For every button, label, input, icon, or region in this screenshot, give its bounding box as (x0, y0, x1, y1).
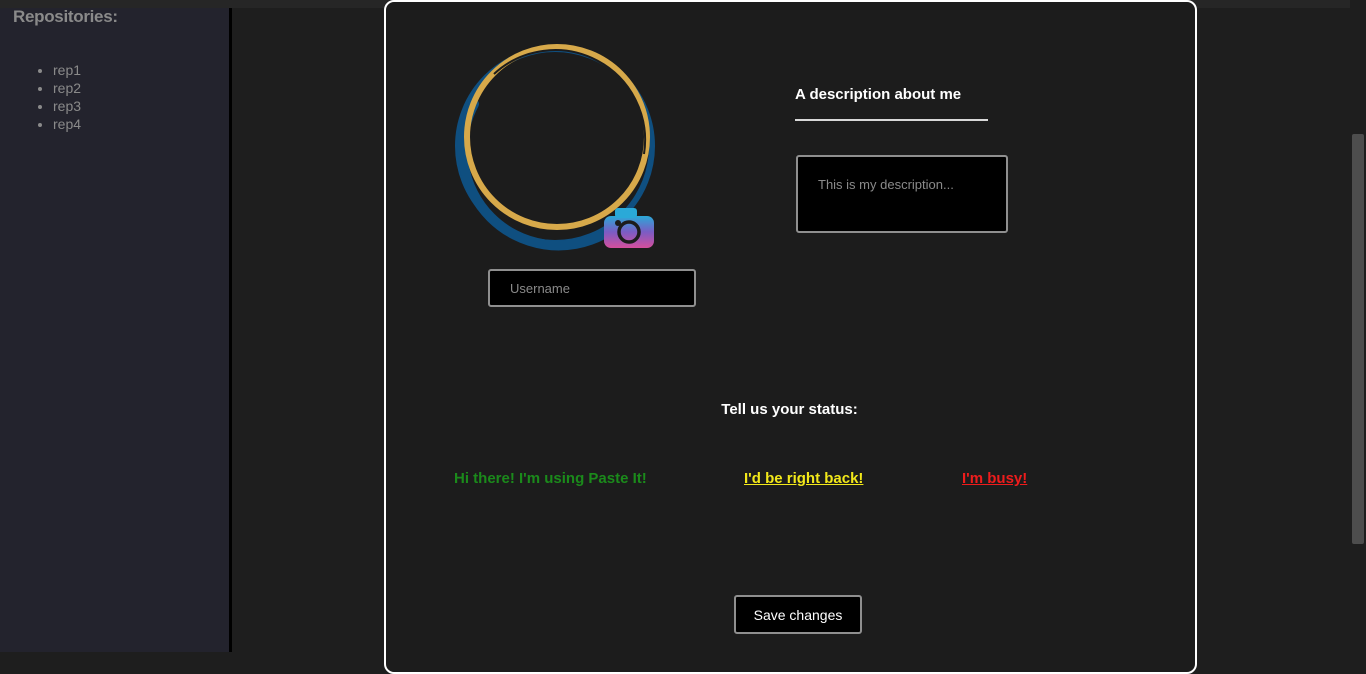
scrollbar-thumb[interactable] (1352, 134, 1364, 544)
status-heading: Tell us your status: (721, 401, 858, 418)
avatar-upload[interactable] (454, 44, 664, 254)
description-heading: A description about me (795, 86, 988, 121)
avatar-ring-icon (455, 44, 655, 251)
description-input[interactable] (796, 155, 1008, 233)
repo-list: rep1 rep2 rep3 rep4 (0, 61, 81, 133)
main-content: A description about me Tell us your stat… (232, 0, 1350, 674)
repo-item[interactable]: rep1 (53, 61, 81, 79)
camera-icon[interactable] (604, 208, 654, 248)
status-option-busy[interactable]: I'm busy! (962, 470, 1027, 487)
save-changes-button[interactable]: Save changes (734, 595, 862, 634)
repo-item[interactable]: rep3 (53, 97, 81, 115)
status-option-away[interactable]: I'd be right back! (744, 470, 863, 487)
sidebar: Repositories: rep1 rep2 rep3 rep4 (0, 7, 232, 652)
profile-card: A description about me Tell us your stat… (384, 0, 1197, 674)
page-scrollbar[interactable] (1350, 8, 1366, 652)
username-input[interactable] (488, 269, 696, 307)
repo-item[interactable]: rep4 (53, 115, 81, 133)
status-option-available[interactable]: Hi there! I'm using Paste It! (454, 470, 647, 487)
sidebar-title: Repositories: (13, 7, 118, 26)
repo-item[interactable]: rep2 (53, 79, 81, 97)
